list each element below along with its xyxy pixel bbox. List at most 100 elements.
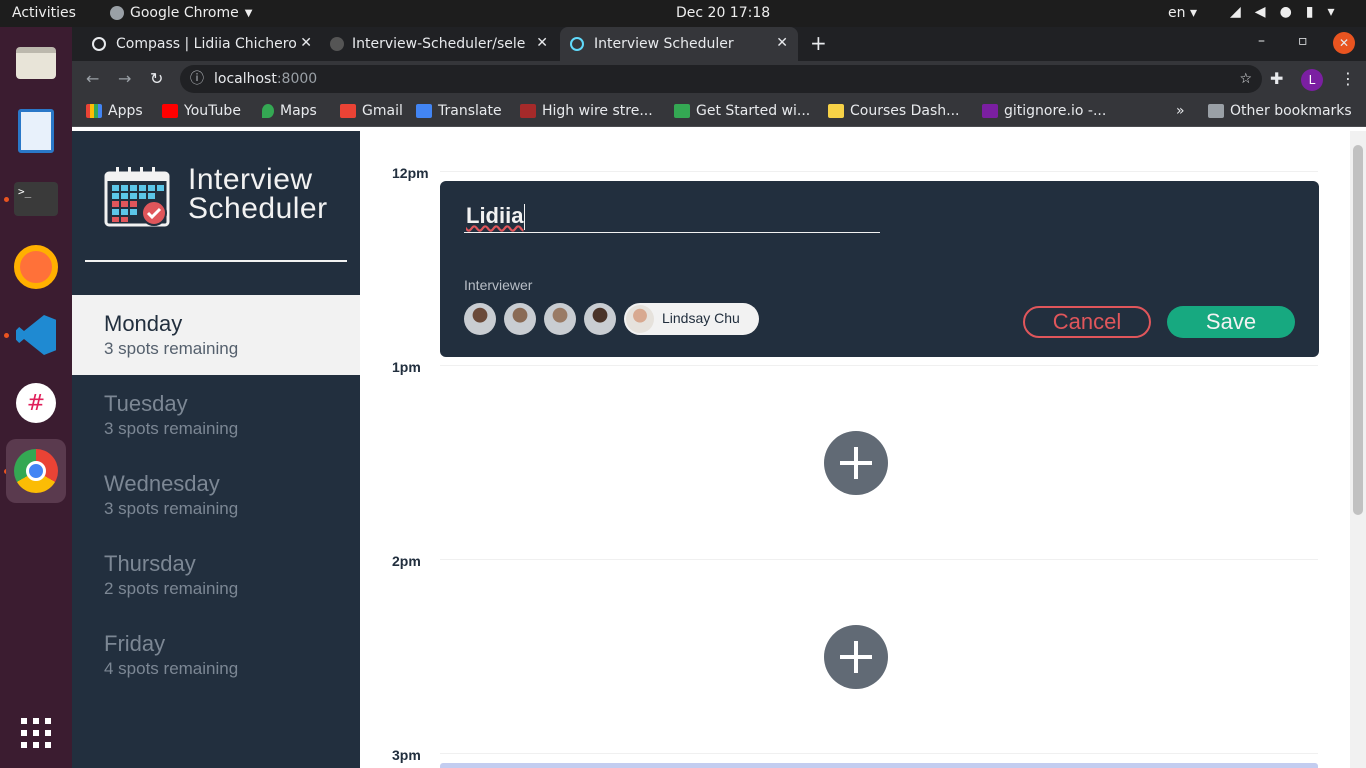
- activities-button[interactable]: Activities: [12, 5, 76, 21]
- bookmark-label: Other bookmarks: [1230, 103, 1352, 119]
- apps-grid-icon: [86, 104, 102, 118]
- slack-icon[interactable]: #: [10, 377, 62, 429]
- bookmark-gitignore[interactable]: gitignore.io -...: [982, 103, 1106, 119]
- day-item-wednesday[interactable]: Wednesday 3 spots remaining: [72, 455, 360, 535]
- bookmark-label: Maps: [280, 103, 317, 119]
- bookmark-site-icon: [520, 104, 536, 118]
- day-item-monday[interactable]: Monday 3 spots remaining: [72, 295, 360, 375]
- bookmarks-bar: Apps YouTube Maps Gmail Translate High w…: [72, 97, 1366, 127]
- app-title-line1: Interview: [188, 163, 313, 196]
- react-favicon-icon: [570, 37, 584, 51]
- clock[interactable]: Dec 20 17:18: [676, 5, 770, 21]
- app-menu-label: Google Chrome: [130, 5, 239, 21]
- bookmark-star-icon[interactable]: ☆: [1239, 65, 1252, 93]
- battery-icon: ▮: [1305, 4, 1314, 20]
- reload-icon[interactable]: ↻: [150, 69, 163, 88]
- vscode-icon[interactable]: [10, 309, 62, 361]
- bookmark-youtube[interactable]: YouTube: [162, 103, 241, 119]
- chrome-dock-icon[interactable]: [6, 439, 66, 503]
- terminal-icon[interactable]: >_: [10, 173, 62, 225]
- system-tray[interactable]: ◢ ◀ ● ▮ ▾: [1230, 4, 1335, 20]
- day-spots: 4 spots remaining: [104, 659, 239, 678]
- bookmark-apps[interactable]: Apps: [86, 103, 143, 119]
- add-appointment-button[interactable]: [824, 625, 888, 689]
- language-indicator[interactable]: en ▾: [1168, 5, 1197, 21]
- forward-arrow-icon[interactable]: →: [118, 69, 131, 88]
- day-item-thursday[interactable]: Thursday 2 spots remaining: [72, 535, 360, 615]
- text-caret: [524, 204, 526, 231]
- day-spots: 2 spots remaining: [104, 579, 239, 598]
- tab-compass[interactable]: Compass | Lidiia Chichero ✕: [92, 27, 322, 61]
- profile-avatar[interactable]: L: [1301, 69, 1323, 91]
- interviewer-avatar[interactable]: [464, 303, 496, 335]
- day-item-friday[interactable]: Friday 4 spots remaining: [72, 615, 360, 695]
- restore-icon[interactable]: ▫: [1298, 33, 1308, 49]
- hour-label: 2pm: [392, 553, 421, 569]
- gitignore-icon: [982, 104, 998, 118]
- app-title: Interview Scheduler: [188, 163, 328, 224]
- app-menu[interactable]: Google Chrome ▼: [110, 5, 252, 21]
- extensions-icon[interactable]: ✚: [1270, 69, 1283, 88]
- crown-icon: [828, 104, 844, 118]
- maps-pin-icon: [262, 104, 274, 118]
- student-name-value: Lidiia: [466, 203, 524, 228]
- back-arrow-icon[interactable]: ←: [86, 69, 99, 88]
- system-top-bar: Activities Google Chrome ▼ Dec 20 17:18 …: [0, 0, 1366, 27]
- close-tab-icon[interactable]: ✕: [776, 35, 788, 51]
- new-tab-button[interactable]: +: [810, 31, 827, 55]
- bookmark-label: Get Started wi...: [696, 103, 811, 119]
- hour-separator: [440, 365, 1318, 366]
- bookmark-get-started[interactable]: Get Started wi...: [674, 103, 810, 119]
- gmail-icon: [340, 104, 356, 118]
- bookmark-label: gitignore.io -...: [1004, 103, 1107, 119]
- minimize-icon[interactable]: –: [1258, 33, 1265, 49]
- bookmark-courses[interactable]: Courses Dash...: [828, 103, 960, 119]
- interviewer-avatar[interactable]: [584, 303, 616, 335]
- day-name: Wednesday: [104, 471, 220, 496]
- other-bookmarks[interactable]: Other bookmarks: [1208, 103, 1352, 119]
- selected-interviewer[interactable]: Lindsay Chu: [624, 303, 759, 335]
- interview-scheduler-app: Interview Scheduler Monday 3 spots remai…: [72, 131, 1366, 768]
- sidebar-divider: [85, 260, 347, 262]
- close-window-icon[interactable]: ✕: [1333, 32, 1355, 54]
- scrollbar-thumb[interactable]: [1353, 145, 1363, 515]
- power-menu-icon: ▾: [1327, 4, 1335, 20]
- day-spots: 3 spots remaining: [104, 419, 239, 438]
- cancel-button[interactable]: Cancel: [1023, 306, 1151, 338]
- tab-title: Compass | Lidiia Chichero: [116, 36, 297, 52]
- interviewer-label: Interviewer: [464, 277, 533, 293]
- day-name: Thursday: [104, 551, 196, 576]
- firefox-icon[interactable]: [10, 241, 62, 293]
- selected-interviewer-name: Lindsay Chu: [662, 310, 740, 326]
- student-name-input[interactable]: Lidiia: [464, 199, 880, 233]
- github-favicon-icon: [330, 37, 344, 51]
- bookmark-high-wire[interactable]: High wire stre...: [520, 103, 653, 119]
- youtube-icon: [162, 104, 178, 118]
- address-bar[interactable]: ⓘ localhost:8000 ☆: [180, 65, 1262, 93]
- show-applications-icon[interactable]: [10, 707, 62, 759]
- bookmark-translate[interactable]: Translate: [416, 103, 502, 119]
- translate-icon: [416, 104, 432, 118]
- interviewer-avatar[interactable]: [504, 303, 536, 335]
- tab-title: Interview-Scheduler/sele: [352, 36, 526, 52]
- save-button[interactable]: Save: [1167, 306, 1295, 338]
- files-icon[interactable]: [10, 37, 62, 89]
- chrome-menu-icon[interactable]: ⋮: [1340, 69, 1356, 88]
- site-info-icon[interactable]: ⓘ: [190, 65, 204, 93]
- interviewer-avatar[interactable]: [544, 303, 576, 335]
- dock: >_ #: [0, 27, 72, 768]
- tab-interview-scheduler[interactable]: Interview Scheduler ✕: [560, 27, 798, 61]
- appointment-form: Lidiia Interviewer Lindsay Chu Cancel Sa…: [440, 181, 1319, 357]
- add-appointment-button[interactable]: [824, 431, 888, 495]
- tab-github[interactable]: Interview-Scheduler/sele ✕: [330, 27, 558, 61]
- bookmark-gmail[interactable]: Gmail: [340, 103, 403, 119]
- url-host: localhost: [214, 71, 277, 87]
- close-tab-icon[interactable]: ✕: [536, 35, 548, 51]
- bookmark-maps[interactable]: Maps: [262, 103, 317, 119]
- libreoffice-impress-icon[interactable]: [10, 105, 62, 157]
- page-scrollbar[interactable]: [1350, 131, 1366, 768]
- day-item-tuesday[interactable]: Tuesday 3 spots remaining: [72, 375, 360, 455]
- bookmark-label: Translate: [438, 103, 502, 119]
- close-tab-icon[interactable]: ✕: [300, 35, 312, 51]
- more-bookmarks-icon[interactable]: »: [1176, 103, 1185, 119]
